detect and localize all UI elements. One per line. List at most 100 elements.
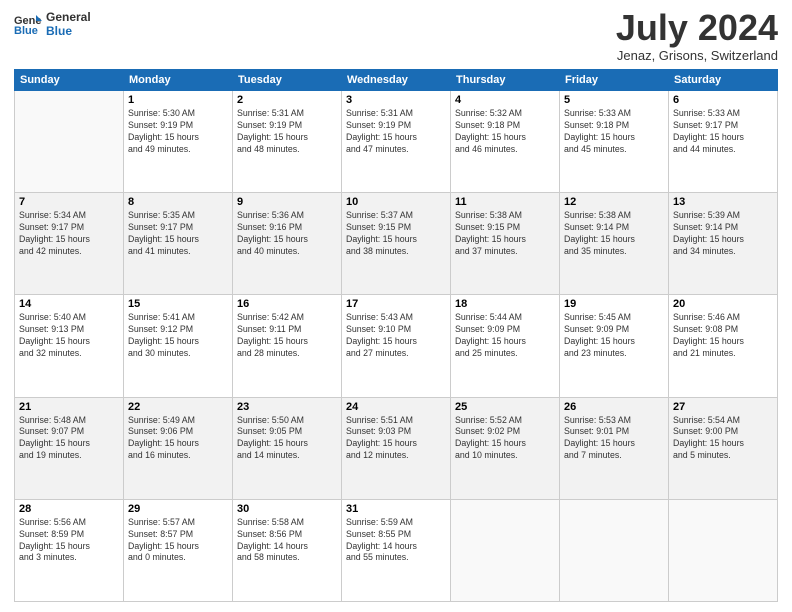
header-monday: Monday [124, 70, 233, 91]
cell-day-number: 21 [19, 401, 119, 413]
table-row: 28 Sunrise: 5:56 AM Sunset: 8:59 PM Dayli… [15, 499, 124, 601]
table-row: 11 Sunrise: 5:38 AM Sunset: 9:15 PM Dayli… [451, 193, 560, 295]
cell-info-text: Sunrise: 5:31 AM Sunset: 9:19 PM Dayligh… [346, 108, 446, 156]
table-row: 7Sunrise: 5:34 AM Sunset: 9:17 PM Daylig… [15, 193, 124, 295]
cell-info-text: Sunrise: 5:44 AM Sunset: 9:09 PM Dayligh… [455, 312, 555, 360]
table-row: 5 Sunrise: 5:33 AM Sunset: 9:18 PM Daylig… [560, 91, 669, 193]
table-row: 3 Sunrise: 5:31 AM Sunset: 9:19 PM Daylig… [342, 91, 451, 193]
cell-day-number: 3 [346, 94, 446, 106]
header-sunday: Sunday [15, 70, 124, 91]
cell-day-number: 17 [346, 298, 446, 310]
cell-info-text: Sunrise: 5:49 AM Sunset: 9:06 PM Dayligh… [128, 415, 228, 463]
cell-day-number: 18 [455, 298, 555, 310]
cell-info-text: Sunrise: 5:43 AM Sunset: 9:10 PM Dayligh… [346, 312, 446, 360]
table-row: 15Sunrise: 5:41 AM Sunset: 9:12 PM Dayli… [124, 295, 233, 397]
cell-day-number: 26 [564, 401, 664, 413]
table-row: 12Sunrise: 5:38 AM Sunset: 9:14 PM Dayli… [560, 193, 669, 295]
table-row: 23 Sunrise: 5:50 AM Sunset: 9:05 PM Dayli… [233, 397, 342, 499]
table-row: 22Sunrise: 5:49 AM Sunset: 9:06 PM Dayli… [124, 397, 233, 499]
table-row: 27 Sunrise: 5:54 AM Sunset: 9:00 PM Dayli… [669, 397, 778, 499]
cell-day-number: 29 [128, 503, 228, 515]
cell-info-text: Sunrise: 5:39 AM Sunset: 9:14 PM Dayligh… [673, 210, 773, 258]
cell-day-number: 14 [19, 298, 119, 310]
cell-info-text: Sunrise: 5:48 AM Sunset: 9:07 PM Dayligh… [19, 415, 119, 463]
cell-day-number: 11 [455, 196, 555, 208]
table-row: 25Sunrise: 5:52 AM Sunset: 9:02 PM Dayli… [451, 397, 560, 499]
location-label: Jenaz, Grisons, Switzerland [616, 48, 778, 63]
cell-info-text: Sunrise: 5:36 AM Sunset: 9:16 PM Dayligh… [237, 210, 337, 258]
cell-day-number: 20 [673, 298, 773, 310]
cell-day-number: 6 [673, 94, 773, 106]
calendar-week-row: 7Sunrise: 5:34 AM Sunset: 9:17 PM Daylig… [15, 193, 778, 295]
cell-day-number: 25 [455, 401, 555, 413]
header: General Blue General Blue July 2024 Jena… [14, 10, 778, 63]
cell-info-text: Sunrise: 5:33 AM Sunset: 9:18 PM Dayligh… [564, 108, 664, 156]
logo-text: General Blue [46, 10, 91, 39]
table-row: 14 Sunrise: 5:40 AM Sunset: 9:13 PM Dayli… [15, 295, 124, 397]
title-block: July 2024 Jenaz, Grisons, Switzerland [616, 10, 778, 63]
cell-info-text: Sunrise: 5:32 AM Sunset: 9:18 PM Dayligh… [455, 108, 555, 156]
table-row: 21 Sunrise: 5:48 AM Sunset: 9:07 PM Dayli… [15, 397, 124, 499]
cell-day-number: 7 [19, 196, 119, 208]
header-tuesday: Tuesday [233, 70, 342, 91]
cell-day-number: 28 [19, 503, 119, 515]
cell-info-text: Sunrise: 5:58 AM Sunset: 8:56 PM Dayligh… [237, 517, 337, 565]
calendar-week-row: 28 Sunrise: 5:56 AM Sunset: 8:59 PM Dayli… [15, 499, 778, 601]
month-year-title: July 2024 [616, 10, 778, 46]
header-wednesday: Wednesday [342, 70, 451, 91]
table-row: 31Sunrise: 5:59 AM Sunset: 8:55 PM Dayli… [342, 499, 451, 601]
weekday-header-row: Sunday Monday Tuesday Wednesday Thursday… [15, 70, 778, 91]
cell-day-number: 31 [346, 503, 446, 515]
cell-day-number: 23 [237, 401, 337, 413]
table-row: 16 Sunrise: 5:42 AM Sunset: 9:11 PM Dayli… [233, 295, 342, 397]
cell-day-number: 24 [346, 401, 446, 413]
cell-day-number: 13 [673, 196, 773, 208]
cell-day-number: 16 [237, 298, 337, 310]
calendar-week-row: 14 Sunrise: 5:40 AM Sunset: 9:13 PM Dayli… [15, 295, 778, 397]
table-row: 17 Sunrise: 5:43 AM Sunset: 9:10 PM Dayli… [342, 295, 451, 397]
calendar-week-row: 1 Sunrise: 5:30 AM Sunset: 9:19 PM Daylig… [15, 91, 778, 193]
cell-info-text: Sunrise: 5:37 AM Sunset: 9:15 PM Dayligh… [346, 210, 446, 258]
table-row: 26Sunrise: 5:53 AM Sunset: 9:01 PM Dayli… [560, 397, 669, 499]
cell-day-number: 30 [237, 503, 337, 515]
calendar-body: 1 Sunrise: 5:30 AM Sunset: 9:19 PM Daylig… [15, 91, 778, 602]
cell-day-number: 19 [564, 298, 664, 310]
table-row: 6Sunrise: 5:33 AM Sunset: 9:17 PM Daylig… [669, 91, 778, 193]
table-row: 1 Sunrise: 5:30 AM Sunset: 9:19 PM Daylig… [124, 91, 233, 193]
cell-info-text: Sunrise: 5:57 AM Sunset: 8:57 PM Dayligh… [128, 517, 228, 565]
cell-info-text: Sunrise: 5:30 AM Sunset: 9:19 PM Dayligh… [128, 108, 228, 156]
header-friday: Friday [560, 70, 669, 91]
cell-day-number: 1 [128, 94, 228, 106]
table-row: 30 Sunrise: 5:58 AM Sunset: 8:56 PM Dayli… [233, 499, 342, 601]
cell-info-text: Sunrise: 5:40 AM Sunset: 9:13 PM Dayligh… [19, 312, 119, 360]
header-thursday: Thursday [451, 70, 560, 91]
table-row [560, 499, 669, 601]
table-row: 24 Sunrise: 5:51 AM Sunset: 9:03 PM Dayli… [342, 397, 451, 499]
cell-day-number: 12 [564, 196, 664, 208]
svg-text:Blue: Blue [14, 25, 38, 35]
cell-info-text: Sunrise: 5:31 AM Sunset: 9:19 PM Dayligh… [237, 108, 337, 156]
table-row: 2Sunrise: 5:31 AM Sunset: 9:19 PM Daylig… [233, 91, 342, 193]
cell-day-number: 9 [237, 196, 337, 208]
table-row: 13 Sunrise: 5:39 AM Sunset: 9:14 PM Dayli… [669, 193, 778, 295]
table-row: 18 Sunrise: 5:44 AM Sunset: 9:09 PM Dayli… [451, 295, 560, 397]
table-row [669, 499, 778, 601]
table-row: 8Sunrise: 5:35 AM Sunset: 9:17 PM Daylig… [124, 193, 233, 295]
cell-day-number: 4 [455, 94, 555, 106]
logo: General Blue General Blue [14, 10, 91, 39]
cell-info-text: Sunrise: 5:38 AM Sunset: 9:15 PM Dayligh… [455, 210, 555, 258]
cell-info-text: Sunrise: 5:51 AM Sunset: 9:03 PM Dayligh… [346, 415, 446, 463]
cell-info-text: Sunrise: 5:56 AM Sunset: 8:59 PM Dayligh… [19, 517, 119, 565]
logo-icon: General Blue [14, 13, 42, 35]
calendar-page: General Blue General Blue July 2024 Jena… [0, 0, 792, 612]
cell-info-text: Sunrise: 5:54 AM Sunset: 9:00 PM Dayligh… [673, 415, 773, 463]
cell-day-number: 10 [346, 196, 446, 208]
cell-info-text: Sunrise: 5:42 AM Sunset: 9:11 PM Dayligh… [237, 312, 337, 360]
cell-info-text: Sunrise: 5:50 AM Sunset: 9:05 PM Dayligh… [237, 415, 337, 463]
cell-day-number: 27 [673, 401, 773, 413]
cell-day-number: 5 [564, 94, 664, 106]
cell-info-text: Sunrise: 5:46 AM Sunset: 9:08 PM Dayligh… [673, 312, 773, 360]
cell-day-number: 15 [128, 298, 228, 310]
table-row: 4 Sunrise: 5:32 AM Sunset: 9:18 PM Daylig… [451, 91, 560, 193]
cell-day-number: 8 [128, 196, 228, 208]
